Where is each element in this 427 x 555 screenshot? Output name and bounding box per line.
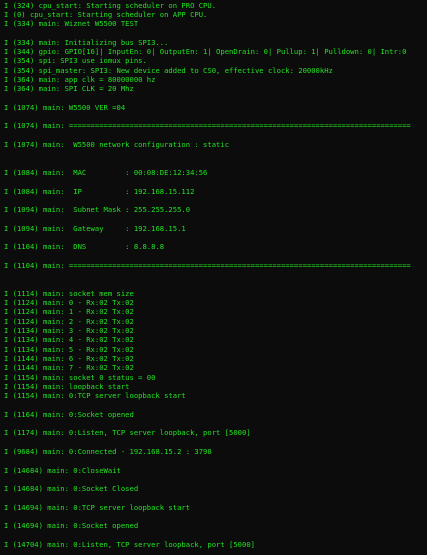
log-line: I (1104) main: DNS : 8.8.8.8 — [4, 242, 165, 252]
terminal-window[interactable]: I (324) cpu_start: Starting scheduler on… — [0, 0, 427, 555]
log-line: I (1084) main: MAC : 00:08:DE:12:34:56 — [4, 167, 208, 177]
log-line: I (14694) main: 0:TCP server loopback st… — [4, 502, 191, 512]
log-line: I (1124) main: 2 - Rx:02 Tx:02 — [4, 316, 134, 326]
log-line: I (1134) main: 4 - Rx:02 Tx:02 — [4, 335, 134, 345]
log-line: I (364) main: SPI CLK = 20 Mhz — [4, 84, 134, 94]
log-line: I (1144) main: 6 - Rx:02 Tx:02 — [4, 353, 134, 363]
log-line: I (1154) main: 0:TCP server loopback sta… — [4, 391, 186, 401]
log-line: I (1074) main: W5500 network configurati… — [4, 140, 230, 149]
log-line: I (14684) main: 0:Socket Closed — [4, 484, 139, 494]
log-line: I (1134) main: 3 - Rx:02 Tx:02 — [4, 326, 134, 335]
log-line: I (14694) main: 0:Socket opened — [4, 521, 139, 531]
log-line: I (0) cpu_start: Starting scheduler on A… — [4, 9, 208, 19]
log-line: I (1174) main: 0:Listen, TCP server loop… — [4, 428, 251, 438]
log-line: I (1154) main: loopback start — [4, 381, 130, 391]
log-line: I (324) cpu_start: Starting scheduler on… — [4, 0, 217, 10]
log-line: I (1074) main: =========================… — [4, 121, 411, 131]
log-line: I (1154) main: socket 0 status = 00 — [4, 372, 156, 382]
serial-monitor-log: I (324) cpu_start: Starting scheduler on… — [4, 0, 427, 555]
log-line: I (1094) main: Subnet Mask : 255.255.255… — [4, 205, 191, 215]
log-line: I (1124) main: 0 - Rx:02 Tx:02 — [4, 298, 134, 308]
log-line: I (344) gpio: GPIO[16]| InputEn: 0| Outp… — [4, 47, 407, 56]
log-line: I (354) spi: SPI3 use iomux pins. — [4, 56, 147, 66]
log-line: I (354) spi_master: SPI3: New device add… — [4, 65, 333, 75]
log-line: I (1164) main: 0:Socket opened — [4, 409, 134, 419]
log-line: I (1074) main: W5500 VER =04 — [4, 102, 126, 112]
log-line: I (334) main: Initializing bus SPI3... — [4, 37, 169, 47]
log-line: I (1144) main: 7 - Rx:02 Tx:02 — [4, 363, 134, 373]
log-line: I (1094) main: Gateway : 192.168.15.1 — [4, 223, 186, 233]
log-line: I (1104) main: =========================… — [4, 260, 411, 270]
log-line: I (1114) main: socket mem size — [4, 288, 134, 298]
log-line: I (334) main: Wiznet W5500 TEST — [4, 19, 139, 29]
log-line: I (1124) main: 1 - Rx:02 Tx:02 — [4, 307, 134, 317]
log-line: I (14684) main: 0:CloseWait — [4, 465, 121, 475]
log-line: I (9684) main: 0:Connected - 192.168.15.… — [4, 446, 212, 456]
log-line: I (364) main: app clk = 80000000 hz — [4, 74, 156, 84]
log-line: I (1134) main: 5 - Rx:02 Tx:02 — [4, 344, 134, 354]
log-line: I (1084) main: IP : 192.168.15.112 — [4, 186, 195, 196]
log-line: I (14704) main: 0:Listen, TCP server loo… — [4, 539, 255, 549]
